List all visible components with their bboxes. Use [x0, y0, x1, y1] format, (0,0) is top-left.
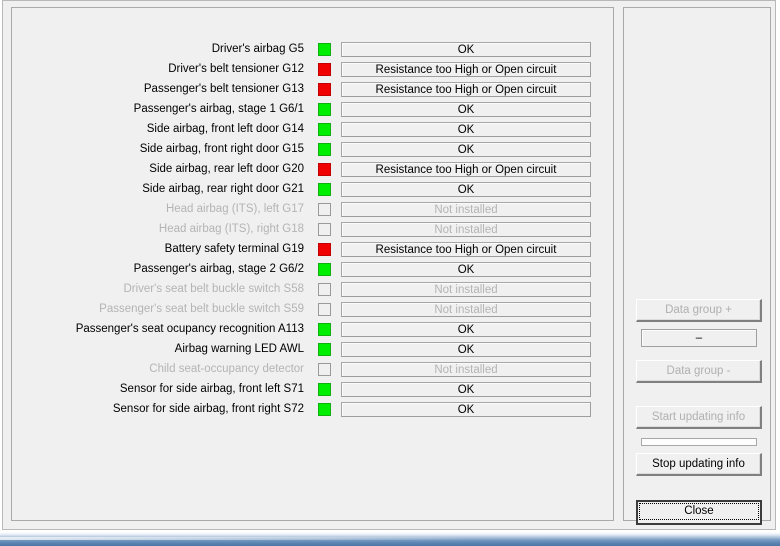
diagnostic-row-label: Passenger's belt tensioner G13	[143, 83, 304, 95]
diagnostic-row-label: Side airbag, rear right door G21	[142, 183, 304, 195]
diagnostic-row-status-field: OK	[341, 262, 591, 277]
diagnostic-row: Passenger's belt tensioner G13 Resistance…	[12, 79, 613, 99]
diagnostic-row: Side airbag, front right door G15 OK	[12, 139, 613, 159]
diagnostic-row-status-field: OK	[341, 402, 591, 417]
diagnostic-row-label: Sensor for side airbag, front right S72	[112, 403, 304, 415]
diagnostic-row: Battery safety terminal G19 Resistance to…	[12, 239, 613, 259]
status-indicator-empty	[318, 223, 331, 236]
status-indicator-empty	[318, 283, 331, 296]
diagnostic-row-label: Passenger's airbag, stage 2 G6/2	[133, 263, 304, 275]
status-indicator-green	[318, 383, 331, 396]
diagnostic-rows: Driver's airbag G5 OK Driver's belt tensio…	[12, 39, 613, 419]
diagnostic-row-status-field: OK	[341, 182, 591, 197]
start-updating-info-label: Start updating info	[651, 411, 746, 423]
status-indicator-green	[318, 123, 331, 136]
status-indicator-green	[318, 323, 331, 336]
diagnostic-row-label: Passenger's seat belt buckle switch S59	[99, 303, 304, 315]
diagnostic-row: Sensor for side airbag, front left S71 OK	[12, 379, 613, 399]
status-indicator-empty	[318, 363, 331, 376]
diagnostic-row-label: Child seat-occupancy detector	[149, 363, 304, 375]
diagnostic-list-panel: Driver's airbag G5 OK Driver's belt tensio…	[11, 7, 614, 521]
control-panel: Data group + – Data group - Start updati…	[623, 7, 771, 525]
status-indicator-red	[318, 63, 331, 76]
diagnostic-row-label: Side airbag, front right door G15	[139, 143, 304, 155]
diagnostic-row: Driver's belt tensioner G12 Resistance to…	[12, 59, 613, 79]
diagnostic-row-label: Driver's belt tensioner G12	[168, 63, 304, 75]
diagnostic-row-status-field: OK	[341, 102, 591, 117]
status-indicator-red	[318, 243, 331, 256]
diagnostic-row-status-field: OK	[341, 122, 591, 137]
status-indicator-empty	[318, 303, 331, 316]
diagnostic-row-label: Driver's airbag G5	[211, 43, 304, 55]
diagnostic-row: Sensor for side airbag, front right S72 O…	[12, 399, 613, 419]
diagnostic-row-status-field: Not installed	[341, 362, 591, 377]
data-group-minus-label: Data group -	[666, 365, 731, 377]
diagnostic-row: Airbag warning LED AWL OK	[12, 339, 613, 359]
window-frame: Driver's airbag G5 OK Driver's belt tensio…	[2, 0, 776, 530]
diagnostic-row-status-field: OK	[341, 382, 591, 397]
status-indicator-green	[318, 103, 331, 116]
diagnostic-row: Side airbag, front left door G14 OK	[12, 119, 613, 139]
diagnostic-row: Passenger's airbag, stage 1 G6/1 OK	[12, 99, 613, 119]
data-group-plus-label: Data group +	[665, 304, 732, 316]
diagnostic-row: Passenger's airbag, stage 2 G6/2 OK	[12, 259, 613, 279]
diagnostic-row-label: Head airbag (ITS), left G17	[165, 203, 304, 215]
data-group-minus-button[interactable]: Data group -	[636, 360, 762, 383]
diagnostic-row-status-field: OK	[341, 342, 591, 357]
diagnostic-row: Side airbag, rear left door G20 Resistanc…	[12, 159, 613, 179]
status-indicator-empty	[318, 203, 331, 216]
diagnostic-row-label: Battery safety terminal G19	[164, 243, 304, 255]
close-button[interactable]: Close	[636, 500, 762, 525]
status-indicator-green	[318, 343, 331, 356]
diagnostic-row-status-field: Resistance too High or Open circuit	[341, 62, 591, 77]
diagnostic-row-label: Driver's seat belt buckle switch S58	[123, 283, 304, 295]
diagnostic-row-status-field: Resistance too High or Open circuit	[341, 242, 591, 257]
diagnostic-row-status-field: Not installed	[341, 222, 591, 237]
diagnostic-row: Passenger's seat ocupancy recognition A1…	[12, 319, 613, 339]
window-bottom-chrome-sheen	[0, 537, 780, 540]
diagnostic-row-status-field: Not installed	[341, 202, 591, 217]
status-indicator-green	[318, 403, 331, 416]
diagnostic-row-label: Head airbag (ITS), right G18	[158, 223, 304, 235]
diagnostic-row-label: Sensor for side airbag, front left S71	[119, 383, 304, 395]
diagnostic-row-status-field: Resistance too High or Open circuit	[341, 162, 591, 177]
data-group-value: –	[695, 332, 703, 344]
data-group-plus-button[interactable]: Data group +	[636, 299, 762, 322]
diagnostic-window: Driver's airbag G5 OK Driver's belt tensio…	[0, 0, 780, 546]
diagnostic-row-label: Side airbag, rear left door G20	[149, 163, 304, 175]
stop-updating-info-label: Stop updating info	[652, 458, 745, 470]
diagnostic-row-status-field: Resistance too High or Open circuit	[341, 82, 591, 97]
diagnostic-row-status-field: Not installed	[341, 282, 591, 297]
close-button-label: Close	[639, 503, 759, 520]
diagnostic-row: Driver's seat belt buckle switch S58 Not …	[12, 279, 613, 299]
diagnostic-row: Side airbag, rear right door G21 OK	[12, 179, 613, 199]
diagnostic-row-label: Passenger's seat ocupancy recognition A1…	[75, 323, 304, 335]
diagnostic-row-status-field: OK	[341, 142, 591, 157]
diagnostic-row-label: Side airbag, front left door G14	[146, 123, 304, 135]
diagnostic-row-label: Passenger's airbag, stage 1 G6/1	[133, 103, 304, 115]
status-indicator-green	[318, 263, 331, 276]
status-indicator-green	[318, 143, 331, 156]
diagnostic-row: Head airbag (ITS), right G18 Not installe…	[12, 219, 613, 239]
diagnostic-row-label: Airbag warning LED AWL	[174, 343, 304, 355]
status-indicator-red	[318, 83, 331, 96]
data-group-value-field: –	[641, 329, 757, 347]
diagnostic-row-status-field: OK	[341, 322, 591, 337]
status-indicator-red	[318, 163, 331, 176]
diagnostic-row-status-field: OK	[341, 42, 591, 57]
diagnostic-row: Passenger's seat belt buckle switch S59 N…	[12, 299, 613, 319]
stop-updating-info-button[interactable]: Stop updating info	[636, 453, 762, 476]
update-progress-bar	[641, 438, 757, 446]
diagnostic-row-status-field: Not installed	[341, 302, 591, 317]
diagnostic-row: Driver's airbag G5 OK	[12, 39, 613, 59]
diagnostic-row: Head airbag (ITS), left G17 Not installed	[12, 199, 613, 219]
status-indicator-green	[318, 183, 331, 196]
start-updating-info-button[interactable]: Start updating info	[636, 406, 762, 429]
diagnostic-row: Child seat-occupancy detector Not install…	[12, 359, 613, 379]
status-indicator-green	[318, 43, 331, 56]
